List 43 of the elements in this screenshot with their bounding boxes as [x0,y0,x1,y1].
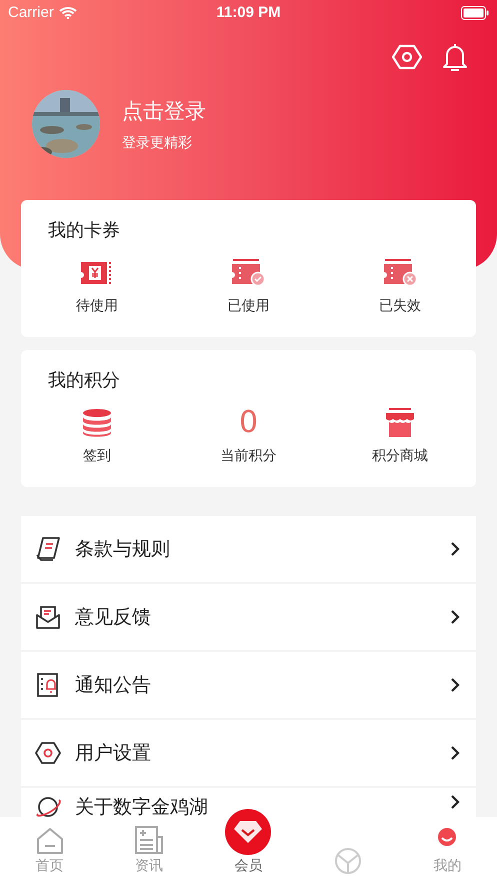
menu-label: 条款与规则 [75,537,171,562]
battery-icon [461,6,489,20]
chevron-icon [450,794,460,810]
settings-icon[interactable] [392,44,422,70]
ticket-check-icon[interactable] [230,258,266,288]
login-subtitle: 登录更精彩 [122,134,193,152]
notice-bell-icon [35,672,61,698]
menu-item[interactable]: 意见反馈 [21,584,476,650]
chevron-icon [450,541,460,557]
menu-label: 意见反馈 [75,605,152,630]
card-title: 我的积分 [48,369,121,392]
shop-icon[interactable] [385,408,416,438]
menu-label: 关于数字金鸡湖 [75,795,209,817]
status-time: 11:09 PM [215,4,282,21]
card-title: 我的卡券 [48,219,121,242]
news-icon [134,825,164,855]
settings-icon [35,741,61,765]
menu-label: 用户设置 [75,741,152,766]
menu-item[interactable]: 通知公告 [21,652,476,718]
wifi-icon [58,6,77,19]
planet-icon [35,794,61,817]
coin-stack-icon[interactable] [82,408,112,438]
coupon-label[interactable]: 已使用 [227,297,270,315]
carrier-label: Carrier [8,4,54,21]
coupon-label[interactable]: 已失效 [379,297,422,315]
chevron-icon [450,609,460,625]
points-label[interactable]: 积分商城 [372,447,428,465]
mail-icon [35,604,61,630]
chevron-icon [450,745,460,761]
ticket-cross-icon[interactable] [382,258,418,288]
points-value: 0 [238,408,258,438]
menu-label: 通知公告 [75,673,152,698]
document-icon [35,536,61,562]
bell-icon[interactable] [442,42,468,72]
globe-icon [334,847,362,875]
chevron-icon [450,677,460,693]
home-icon [36,827,64,855]
points-label[interactable]: 签到 [82,447,111,465]
points-label[interactable]: 当前积分 [220,447,276,465]
menu-item[interactable]: 用户设置 [21,720,476,786]
coupon-label[interactable]: 待使用 [76,297,118,315]
menu-item[interactable]: 条款与规则 [21,516,476,582]
menu-item[interactable]: 关于数字金鸡湖 [21,788,476,817]
